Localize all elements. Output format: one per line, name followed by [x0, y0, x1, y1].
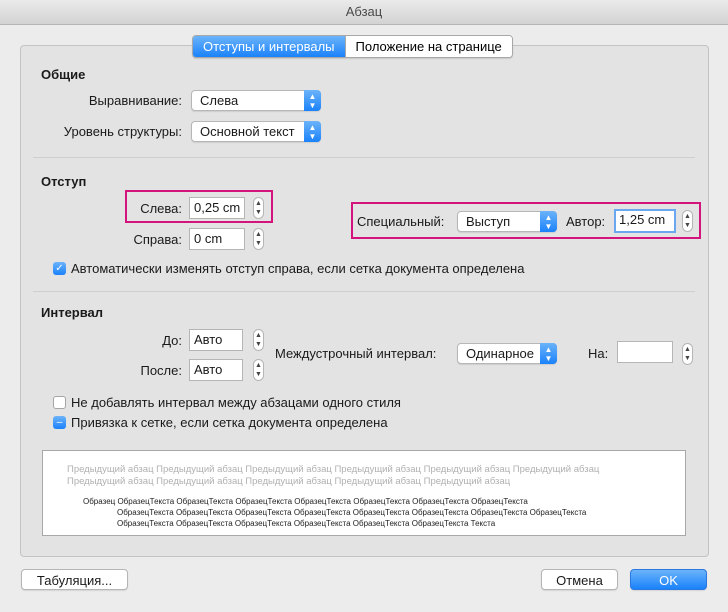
dont-add-spacing-label: Не добавлять интервал между абзацами одн… — [71, 395, 401, 410]
after-field[interactable]: Авто — [189, 359, 243, 381]
tab-indents-spacing[interactable]: Отступы и интервалы — [193, 36, 345, 57]
by-label: Автор: — [566, 214, 606, 229]
chevron-updown-icon: ▲ ▼ — [540, 343, 557, 364]
general-section-title: Общие — [41, 67, 86, 82]
preview-sample-line: ОбразецТекста ОбразецТекста ОбразецТекст… — [117, 508, 587, 517]
left-indent-stepper[interactable]: ▲ ▼ — [253, 197, 264, 219]
outline-level-popup[interactable]: Основной текст ▲ ▼ — [191, 121, 321, 142]
tabs-button[interactable]: Табуляция... — [21, 569, 128, 590]
at-label: На: — [588, 346, 609, 361]
indent-section-title: Отступ — [41, 174, 87, 189]
special-indent-label: Специальный: — [357, 214, 445, 229]
before-stepper[interactable]: ▲ ▼ — [253, 329, 264, 351]
ok-button[interactable]: OK — [630, 569, 707, 590]
alignment-label: Выравнивание: — [88, 93, 182, 108]
left-indent-label: Слева: — [140, 201, 182, 216]
right-indent-label: Справа: — [133, 232, 183, 247]
at-stepper[interactable]: ▲ ▼ — [682, 343, 693, 365]
alignment-value: Слева — [200, 93, 239, 108]
chevron-updown-icon: ▲ ▼ — [540, 211, 557, 232]
before-label: До: — [162, 333, 182, 348]
spacing-section-title: Интервал — [41, 305, 104, 320]
preview-sample-paragraph: Образец ОбразецТекста ОбразецТекста Обра… — [83, 496, 643, 529]
window-title: Абзац — [0, 0, 728, 25]
preview-sample-line: Образец ОбразецТекста ОбразецТекста Обра… — [83, 497, 528, 506]
cancel-button[interactable]: Отмена — [541, 569, 618, 590]
paragraph-preview: Предыдущий абзац Предыдущий абзац Предыд… — [42, 450, 686, 536]
preview-sample-line: ОбразецТекста ОбразецТекста ОбразецТекст… — [117, 519, 496, 528]
divider — [33, 157, 695, 158]
line-spacing-value: Одинарное — [466, 346, 534, 361]
preview-previous-paragraph: Предыдущий абзац Предыдущий абзац Предыд… — [67, 464, 667, 488]
auto-adjust-checkbox[interactable]: ✓ — [53, 262, 66, 275]
preview-previous-line: Предыдущий абзац Предыдущий абзац Предыд… — [67, 476, 511, 487]
left-indent-field[interactable]: 0,25 cm — [189, 197, 245, 219]
preview-previous-line: Предыдущий абзац Предыдущий абзац Предыд… — [67, 464, 600, 475]
tab-line-page-breaks[interactable]: Положение на странице — [344, 36, 512, 57]
chevron-updown-icon: ▲ ▼ — [304, 121, 321, 142]
special-indent-value: Выступ — [466, 214, 511, 229]
before-field[interactable]: Авто — [189, 329, 243, 351]
at-field[interactable] — [617, 341, 673, 363]
line-spacing-popup[interactable]: Одинарное ▲ ▼ — [457, 343, 557, 364]
after-stepper[interactable]: ▲ ▼ — [253, 359, 264, 381]
alignment-popup[interactable]: Слева ▲ ▼ — [191, 90, 321, 111]
chevron-updown-icon: ▲ ▼ — [304, 90, 321, 111]
after-label: После: — [140, 363, 182, 378]
snap-to-grid-checkbox[interactable]: – — [53, 416, 66, 429]
by-stepper[interactable]: ▲ ▼ — [682, 210, 693, 232]
tab-bar: Отступы и интервалы Положение на страниц… — [192, 35, 513, 58]
outline-level-label: Уровень структуры: — [63, 124, 182, 139]
divider — [33, 291, 695, 292]
right-indent-field[interactable]: 0 cm — [189, 228, 245, 250]
special-indent-popup[interactable]: Выступ ▲ ▼ — [457, 211, 557, 232]
by-field[interactable]: 1,25 cm — [614, 209, 676, 233]
line-spacing-label: Междустрочный интервал: — [275, 346, 437, 361]
dont-add-spacing-checkbox[interactable] — [53, 396, 66, 409]
snap-to-grid-label: Привязка к сетке, если сетка документа о… — [71, 415, 388, 430]
outline-level-value: Основной текст — [200, 124, 295, 139]
auto-adjust-label: Автоматически изменять отступ справа, ес… — [71, 261, 525, 276]
right-indent-stepper[interactable]: ▲ ▼ — [253, 228, 264, 250]
